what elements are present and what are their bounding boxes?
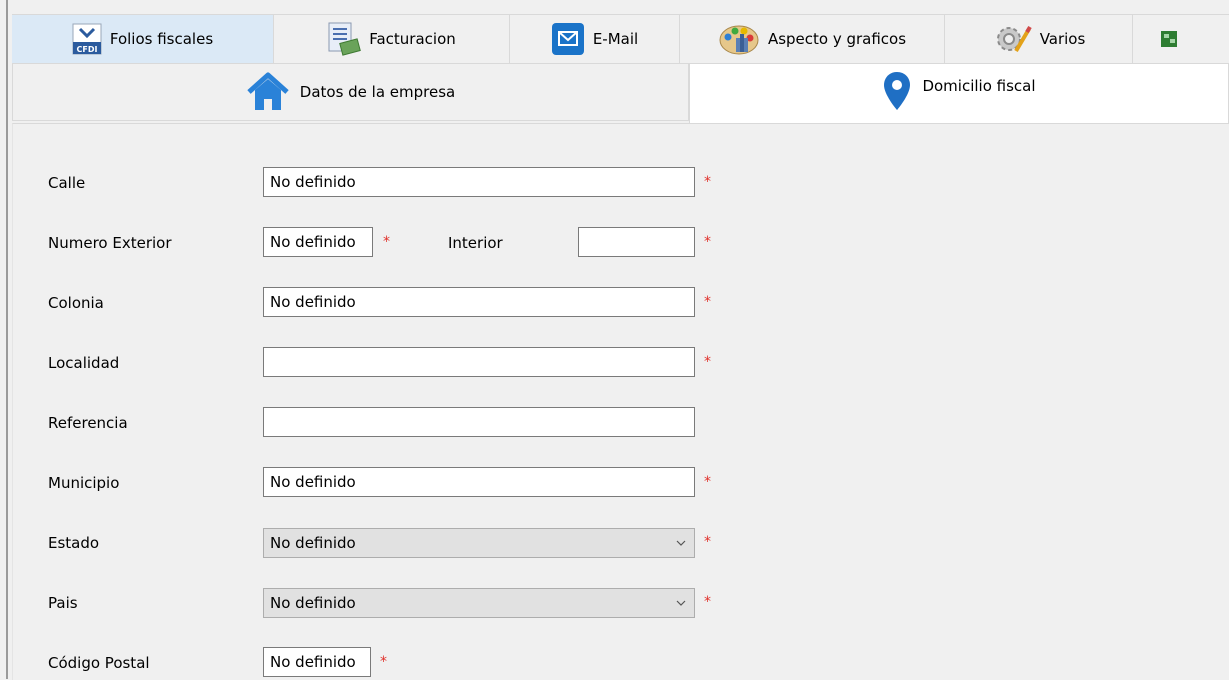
localidad-required-marker: * (704, 354, 711, 370)
referencia-label: Referencia (48, 414, 128, 432)
colonia-input[interactable]: No definido (263, 287, 695, 317)
referencia-input[interactable] (263, 407, 695, 437)
gear-icon (992, 21, 1032, 57)
numero-exterior-input[interactable]: No definido (263, 227, 373, 257)
chevron-down-icon (676, 598, 686, 608)
tab-label: Folios fiscales (109, 30, 214, 48)
tab-overflow[interactable] (1133, 15, 1229, 63)
pais-required-marker: * (704, 594, 711, 610)
interior-input[interactable] (578, 227, 695, 257)
numero-exterior-required-marker: * (383, 234, 390, 250)
interior-required-marker: * (704, 234, 711, 250)
tab-label: Aspecto y graficos (767, 30, 907, 48)
tab-folios-fiscales[interactable]: CFDI Folios fiscales (12, 15, 274, 63)
chevron-down-icon (676, 538, 686, 548)
pais-selected-value: No definido (270, 594, 356, 612)
localidad-label: Localidad (48, 354, 120, 372)
codigo-postal-input[interactable]: No definido (263, 647, 371, 677)
localidad-input[interactable] (263, 347, 695, 377)
estado-selected-value: No definido (270, 534, 356, 552)
pais-select[interactable]: No definido (263, 588, 695, 618)
tab-domicilio-fiscal[interactable]: Domicilio fiscal (689, 63, 1229, 123)
municipio-label: Municipio (48, 474, 120, 492)
calle-required-marker: * (704, 174, 711, 190)
sub-tab-bar: Datos de la empresa Domicilio fiscal (12, 63, 1229, 123)
numero-exterior-label: Numero Exterior (48, 234, 172, 252)
estado-label: Estado (48, 534, 100, 552)
interior-label: Interior (448, 234, 503, 252)
palette-icon (718, 22, 760, 56)
location-pin-icon (882, 70, 912, 112)
colonia-required-marker: * (704, 294, 711, 310)
cfdi-icon-text: CFDI (76, 45, 97, 54)
invoice-icon (327, 21, 362, 57)
municipio-input[interactable]: No definido (263, 467, 695, 497)
tab-label: Domicilio fiscal (922, 76, 1036, 95)
codigo-postal-required-marker: * (380, 654, 387, 670)
municipio-required-marker: * (704, 474, 711, 490)
estado-select[interactable]: No definido (263, 528, 695, 558)
top-tab-bar: CFDI Folios fiscales Facturacion E-Mail (12, 14, 1229, 64)
home-icon (246, 72, 290, 112)
tab-label: Varios (1039, 30, 1086, 48)
email-icon (551, 22, 585, 56)
tab-varios[interactable]: Varios (945, 15, 1133, 63)
tab-label: Facturacion (369, 30, 456, 48)
estado-required-marker: * (704, 534, 711, 550)
tab-label: Datos de la empresa (299, 83, 456, 101)
cfdi-icon: CFDI (72, 23, 102, 55)
codigo-postal-label: Código Postal (48, 654, 150, 672)
board-icon (1161, 29, 1177, 49)
tab-datos-empresa[interactable]: Datos de la empresa (12, 63, 689, 121)
tab-facturacion[interactable]: Facturacion (274, 15, 510, 63)
tab-email[interactable]: E-Mail (510, 15, 680, 63)
colonia-label: Colonia (48, 294, 104, 312)
tab-label: E-Mail (592, 30, 639, 48)
pais-label: Pais (48, 594, 78, 612)
window-left-border (6, 0, 8, 679)
calle-input[interactable]: No definido (263, 167, 695, 197)
tab-aspecto-graficos[interactable]: Aspecto y graficos (680, 15, 945, 63)
calle-label: Calle (48, 174, 86, 192)
